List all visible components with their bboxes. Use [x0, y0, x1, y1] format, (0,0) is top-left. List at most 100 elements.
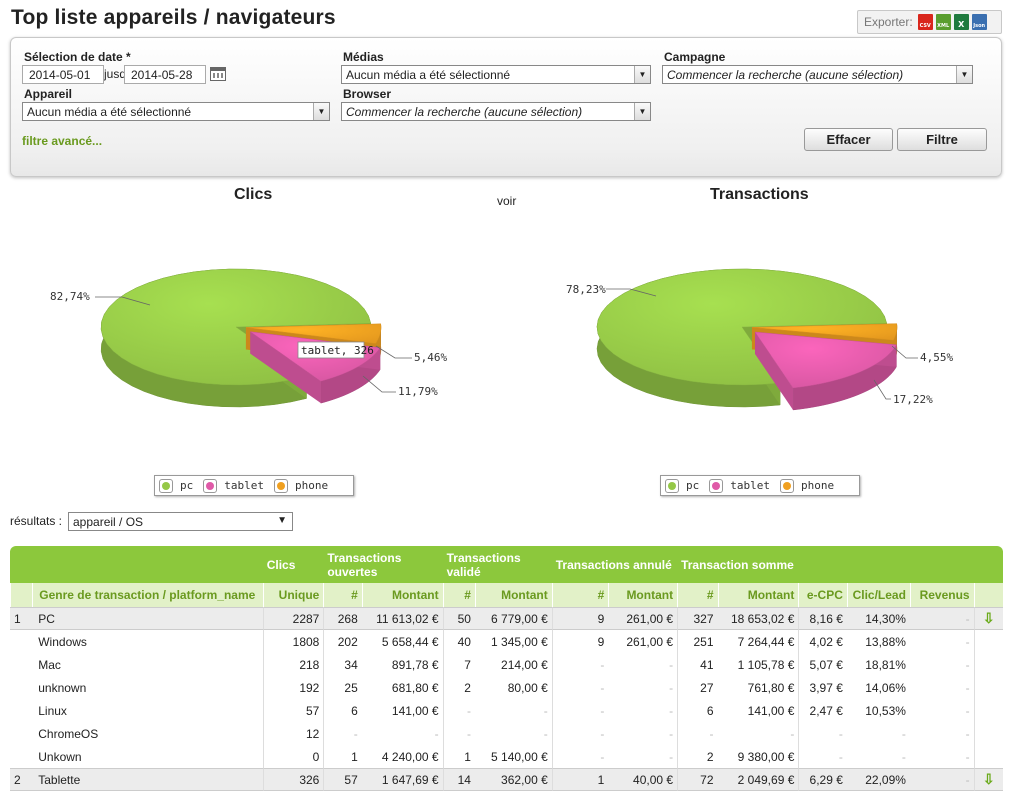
column-header-somme-count[interactable]: # [677, 583, 718, 607]
pie-label-phone: 5,46% [414, 351, 447, 364]
advanced-filter-link[interactable]: filtre avancé... [22, 134, 102, 148]
legend-swatch-icon [159, 478, 173, 493]
arrow-down-icon[interactable]: ⇩ [983, 610, 995, 626]
table-cell: 40,00 € [608, 768, 678, 791]
clear-button[interactable]: Effacer [804, 128, 893, 151]
legend-item-pc[interactable]: pc [665, 478, 699, 493]
table-group-row[interactable]: 1 PC 2287 268 11 613,02 €50 6 779,00 €9 261,00… [10, 607, 1003, 630]
header-transactions-annule: Transactions annulé [551, 546, 678, 583]
header-transaction-somme: Transaction somme [677, 546, 799, 583]
row-platform-name: PC [32, 607, 263, 630]
table-cell: 9 [551, 607, 609, 630]
pie-label-pc: 82,74% [50, 290, 90, 303]
table-row[interactable]: unknown 192 25 681,80 €2 80,00 € - -27 761,80 €… [10, 676, 1003, 699]
table-cell: 141,00 € [391, 703, 439, 718]
dropdown-arrow-icon: ▼ [634, 103, 650, 120]
column-header-valide-montant[interactable]: Montant [474, 583, 552, 607]
column-header-somme-montant[interactable]: Montant [717, 583, 799, 607]
table-cell: - [901, 726, 906, 741]
table-cell: - [909, 768, 974, 791]
row-action-empty [973, 722, 1003, 745]
results-value: appareil / OS [73, 515, 144, 529]
column-header-annule-count[interactable]: # [551, 583, 609, 607]
excel-icon[interactable]: X [953, 14, 969, 30]
arrow-down-icon[interactable]: ⇩ [983, 771, 995, 787]
column-header-revenus[interactable]: Revenus [909, 583, 974, 607]
table-cell: 202 [323, 630, 361, 653]
table-row[interactable]: Mac 218 34 891,78 €7 214,00 € - -41 1 105,78 €5… [10, 653, 1003, 676]
appareil-select[interactable]: Aucun média a été sélectionné ▼ [22, 102, 330, 121]
legend-item-tablet[interactable]: tablet [709, 478, 770, 493]
table-cell: 681,80 € [391, 680, 439, 695]
results-select[interactable]: appareil / OS ▼ [68, 512, 293, 531]
column-header-annule-montant[interactable]: Montant [608, 583, 678, 607]
dropdown-arrow-icon: ▼ [956, 66, 972, 83]
table-cell: 268 [323, 607, 362, 630]
column-header-platform[interactable]: Genre de transaction / platform_name [32, 583, 263, 607]
legend-item-tablet[interactable]: tablet [203, 478, 264, 493]
calendar-icon[interactable] [210, 67, 226, 81]
table-cell: 261,00 € [626, 634, 674, 649]
table-cell: 11 613,02 € [361, 607, 443, 630]
table-cell: 1808 [262, 630, 324, 653]
table-row[interactable]: Unkown 0 1 4 240,00 €1 5 140,00 € - -2 9 380,00… [10, 745, 1003, 768]
table-cell: - [677, 722, 717, 745]
table-cell: 41 [677, 653, 717, 676]
legend-item-phone[interactable]: phone [274, 478, 329, 493]
chart-tooltip: tablet, 326 [297, 341, 374, 359]
table-cell: 14,30% [846, 607, 910, 630]
xml-icon[interactable]: XML [935, 14, 951, 30]
browser-value: Commencer la recherche (aucune sélection… [346, 105, 583, 119]
date-to-input[interactable]: 2014-05-28 [124, 65, 206, 84]
column-header-ecpc[interactable]: e-CPC [798, 583, 847, 607]
table-cell: 1 [442, 745, 475, 768]
row-index: 2 [10, 768, 33, 791]
legend-swatch-icon [203, 478, 218, 493]
json-icon[interactable]: Json [971, 14, 987, 30]
table-cell: 4 240,00 € [381, 749, 439, 764]
table-cell: 13,88% [865, 634, 906, 649]
arrow-down-icon[interactable]: ⇩ [973, 607, 1003, 630]
browser-select[interactable]: Commencer la recherche (aucune sélection… [341, 102, 651, 121]
table-cell: 2 049,69 € [717, 768, 799, 791]
csv-icon[interactable]: CSV [917, 14, 933, 30]
date-from-input[interactable]: 2014-05-01 [22, 65, 104, 84]
medias-select[interactable]: Aucun média a été sélectionné ▼ [341, 65, 651, 84]
column-header-ouvertes-montant[interactable]: Montant [361, 583, 443, 607]
table-cell: 2 [442, 676, 475, 699]
column-header-unique[interactable]: Unique [262, 583, 324, 607]
table-cell: - [434, 726, 439, 741]
legend-item-pc[interactable]: pc [159, 478, 193, 493]
chart-tooltip-text: tablet, 326 [301, 344, 374, 357]
table-cell: 1 [551, 768, 609, 791]
arrow-down-icon[interactable]: ⇩ [973, 768, 1003, 791]
table-cell: - [790, 726, 795, 741]
table-row[interactable]: Windows 1808 202 5 658,44 €40 1 345,00 €9 261… [10, 630, 1003, 653]
table-cell: 891,78 € [391, 657, 439, 672]
table-row[interactable]: ChromeOS 12- - - - - - - - - - - [10, 722, 1003, 745]
table-cell: 18 653,02 € [717, 607, 799, 630]
row-platform-name: ChromeOS [38, 726, 99, 741]
column-header-valide-count[interactable]: # [442, 583, 475, 607]
campagne-select[interactable]: Commencer la recherche (aucune sélection… [662, 65, 973, 84]
column-header-ouvertes-count[interactable]: # [323, 583, 362, 607]
pie-chart-clics: 82,74% 5,46% 11,79% tablet, 326 [50, 268, 447, 408]
table-cell: - [323, 722, 361, 745]
table-cell: - [669, 726, 674, 741]
table-cell: - [543, 703, 548, 718]
row-platform-name: Mac [38, 657, 61, 672]
row-index [10, 745, 32, 768]
filter-button[interactable]: Filtre [897, 128, 987, 151]
table-cell: 72 [677, 768, 718, 791]
data-table: Clics Transactions ouvertes Transactions… [10, 546, 1003, 791]
table-cell: 22,09% [846, 768, 910, 791]
table-cell: - [669, 680, 674, 695]
table-cell: - [551, 676, 609, 699]
medias-label: Médias [343, 50, 384, 64]
table-row[interactable]: Linux 57 6 141,00 € - - - -6 141,00 €2,47 €10,53… [10, 699, 1003, 722]
table-cell: 214,00 € [501, 657, 548, 672]
table-group-row[interactable]: 2 Tablette 326 57 1 647,69 €14 362,00 €1 40,00… [10, 768, 1003, 791]
legend-item-phone[interactable]: phone [780, 478, 834, 493]
legend-label: phone [295, 479, 329, 492]
column-header-clic-lead[interactable]: Clic/Lead [846, 583, 910, 607]
